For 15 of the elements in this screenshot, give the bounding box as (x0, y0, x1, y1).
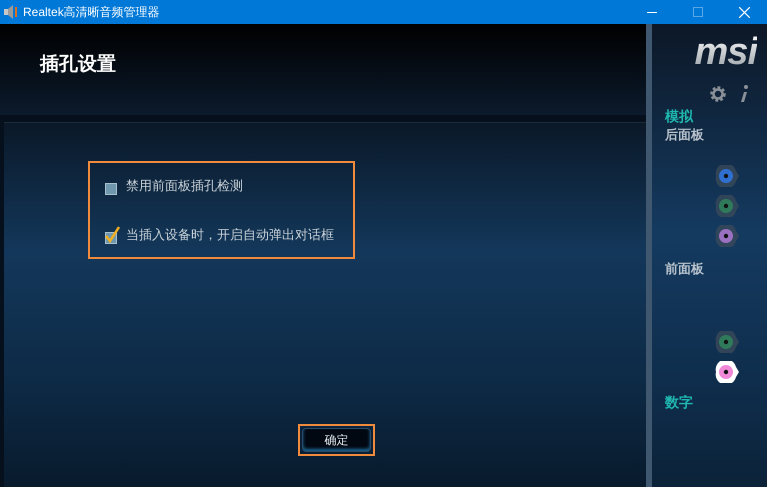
checkbox[interactable] (104, 226, 120, 244)
section-heading: 模拟 (665, 108, 694, 126)
checkbox-label: 当插入设备时，开启自动弹出对话框 (126, 226, 334, 244)
info-icon[interactable] (739, 84, 749, 104)
section-heading: 数字 (665, 394, 694, 412)
audio-jack-icon[interactable] (714, 361, 740, 383)
panel-label: 前面板 (665, 261, 704, 276)
window-title: Realtek高清晰音频管理器 (23, 4, 161, 20)
close-icon[interactable] (738, 6, 750, 18)
settings-icon[interactable] (709, 85, 727, 103)
page-title: 插孔设置 (40, 53, 116, 77)
speaker-icon (3, 4, 19, 20)
ok-button[interactable]: 确定 (302, 428, 371, 452)
panel-label: 后面板 (665, 127, 704, 142)
checkbox-label: 禁用前面板插孔检测 (126, 177, 243, 195)
